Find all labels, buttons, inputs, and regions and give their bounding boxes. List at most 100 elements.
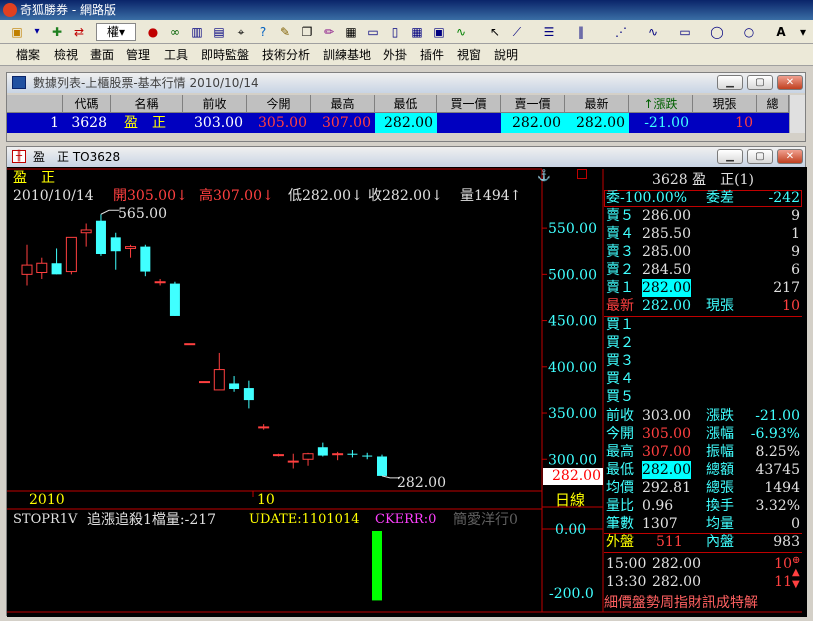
more-icon[interactable]: ▾: [794, 23, 812, 41]
rect-tool-icon[interactable]: ▭: [676, 23, 694, 41]
row-code: 3628: [71, 115, 107, 131]
candle-body[interactable]: [125, 246, 137, 249]
candle-body[interactable]: [110, 237, 121, 252]
pen-icon[interactable]: ✏: [320, 23, 338, 41]
col-change[interactable]: ↑漲跌: [629, 95, 693, 113]
stat-value-2: 8.25%: [755, 444, 800, 460]
chart-minimize-button[interactable]: ▁: [717, 149, 743, 164]
stat-label: 均價: [606, 480, 634, 496]
col-open[interactable]: 今開: [247, 95, 311, 113]
col-low[interactable]: 最低: [375, 95, 437, 113]
candle-body[interactable]: [302, 453, 314, 460]
col-code[interactable]: 代碼: [63, 95, 111, 113]
circle-tool-icon[interactable]: ○: [740, 23, 758, 41]
book-icon[interactable]: ▤: [210, 23, 228, 41]
record-icon[interactable]: ●: [144, 23, 162, 41]
wave-icon[interactable]: ∿: [644, 23, 662, 41]
col-prev[interactable]: 前收: [183, 95, 247, 113]
menu-manage[interactable]: 管理: [126, 44, 150, 66]
menu-plugin[interactable]: 外掛: [383, 44, 407, 66]
candle-body[interactable]: [362, 455, 373, 457]
ellipse-tool-icon[interactable]: ◯: [708, 23, 726, 41]
candle-body[interactable]: [199, 381, 210, 384]
open-icon[interactable]: ▣: [8, 23, 26, 41]
candle-body[interactable]: [332, 453, 344, 456]
candle-body[interactable]: [184, 343, 196, 346]
adjust-select[interactable]: 權▾: [96, 23, 136, 41]
col-vol[interactable]: 現張: [693, 95, 757, 113]
candle-body[interactable]: [258, 426, 270, 429]
col-bid[interactable]: 買一價: [437, 95, 501, 113]
vline-icon[interactable]: ‖: [572, 23, 590, 41]
menu-training[interactable]: 訓練基地: [323, 44, 371, 66]
candle-body[interactable]: [51, 263, 62, 275]
menu-view[interactable]: 檢視: [54, 44, 78, 66]
text-tool-icon[interactable]: A: [772, 23, 790, 41]
chart-area[interactable]: 550.00 500.00 450.00 400.00 350.00 300.00 盈 正…: [7, 167, 807, 617]
candle-body[interactable]: [317, 447, 328, 456]
col-total[interactable]: 總: [757, 95, 789, 113]
menu-screen[interactable]: 畫面: [90, 44, 114, 66]
ask-price: 286.00: [642, 208, 691, 224]
tick-scroll-up-icon[interactable]: ⊕ ▲ ▼: [792, 555, 800, 591]
menu-file[interactable]: 檔案: [16, 44, 40, 66]
cursor-icon[interactable]: ⌖: [232, 23, 250, 41]
candle-body[interactable]: [36, 262, 48, 273]
period-label[interactable]: 日線: [555, 491, 585, 509]
candle-body[interactable]: [154, 281, 166, 284]
window-icon[interactable]: ▭: [364, 23, 382, 41]
candle-body[interactable]: [229, 383, 240, 389]
col-last[interactable]: 最新: [565, 95, 629, 113]
copy-icon[interactable]: ❐: [298, 23, 316, 41]
candle-body[interactable]: [140, 246, 151, 272]
draw-icon[interactable]: ✎: [276, 23, 294, 41]
menu-tools[interactable]: 工具: [164, 44, 188, 66]
col-ask[interactable]: 賣一價: [501, 95, 565, 113]
candle-body[interactable]: [272, 454, 284, 457]
chart-close-button[interactable]: ✕: [777, 149, 803, 164]
cascade-icon[interactable]: ▣: [430, 23, 448, 41]
col-name[interactable]: 名稱: [111, 95, 183, 113]
col-high[interactable]: 最高: [311, 95, 375, 113]
pointer-icon[interactable]: ↖: [486, 23, 504, 41]
candle-body[interactable]: [243, 388, 254, 401]
candle-body[interactable]: [377, 456, 387, 476]
high-annotation: 565.00: [118, 206, 167, 222]
trendline-icon[interactable]: ⟋: [508, 23, 526, 41]
rsi-icon[interactable]: ▾: [28, 23, 46, 41]
candle-body[interactable]: [169, 283, 180, 316]
fan-icon[interactable]: ⋰: [612, 23, 630, 41]
add-icon[interactable]: ✚: [48, 23, 66, 41]
candle-body[interactable]: [347, 453, 358, 455]
candle-body[interactable]: [80, 229, 92, 234]
quote-tabs[interactable]: 細價盤勢周指財訊成特解: [604, 594, 802, 612]
chart-icon[interactable]: ▥: [188, 23, 206, 41]
menu-realtime[interactable]: 即時監盤: [201, 44, 249, 66]
menu-help[interactable]: 說明: [494, 44, 518, 66]
candle-body[interactable]: [95, 220, 106, 255]
candle-body[interactable]: [65, 236, 77, 273]
split-icon[interactable]: ▯: [386, 23, 404, 41]
indicator-text: 追漲追殺1檔量:-217: [87, 512, 217, 528]
grid-icon[interactable]: ▦: [342, 23, 360, 41]
minimize-button[interactable]: ▁: [717, 75, 743, 90]
close-button[interactable]: ✕: [777, 75, 803, 90]
maximize-button[interactable]: ▢: [747, 75, 773, 90]
stat-label: 筆數: [606, 516, 634, 532]
link-icon[interactable]: ∞: [166, 23, 184, 41]
candle-body[interactable]: [213, 369, 225, 391]
tile-icon[interactable]: ▦: [408, 23, 426, 41]
candle-body[interactable]: [287, 460, 299, 463]
query-icon[interactable]: ?: [254, 23, 272, 41]
settings-box-icon[interactable]: [577, 169, 587, 179]
swap-icon[interactable]: ⇄: [70, 23, 88, 41]
hline-icon[interactable]: ☰: [540, 23, 558, 41]
candle-body[interactable]: [21, 264, 33, 275]
menu-technical[interactable]: 技術分析: [262, 44, 310, 66]
menu-window[interactable]: 視窗: [457, 44, 481, 66]
lock-icon[interactable]: ⚓: [537, 169, 551, 182]
list-scrollbar[interactable]: [789, 95, 805, 133]
line-chart-icon[interactable]: ∿: [452, 23, 470, 41]
menu-addon[interactable]: 插件: [420, 44, 444, 66]
chart-maximize-button[interactable]: ▢: [747, 149, 773, 164]
